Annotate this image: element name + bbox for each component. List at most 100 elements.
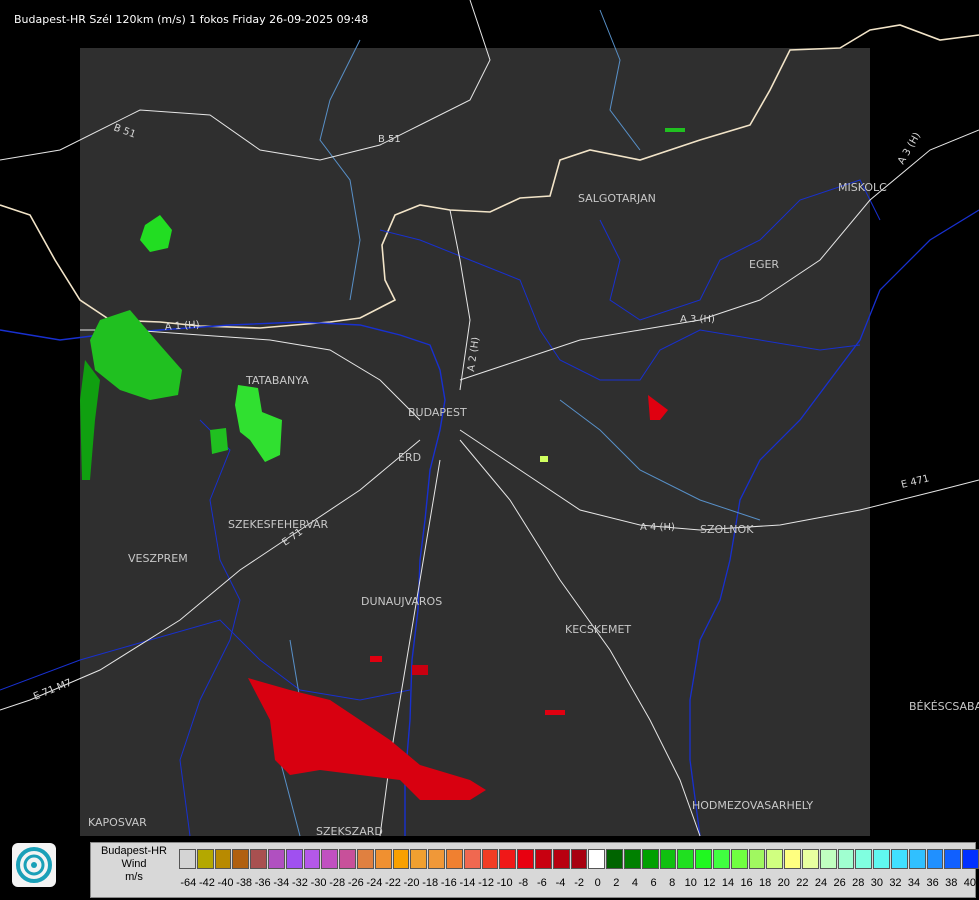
legend-swatch bbox=[517, 849, 534, 869]
legend-tick-label: -14 bbox=[459, 877, 476, 889]
legend-tick-label: -40 bbox=[217, 877, 234, 889]
legend-swatch bbox=[677, 849, 695, 869]
legend-tick-label: 14 bbox=[721, 877, 735, 889]
legend-tick-label: -18 bbox=[422, 877, 439, 889]
legend-tick-label: 0 bbox=[594, 877, 601, 889]
legend-swatch bbox=[179, 849, 196, 869]
legend-swatch bbox=[481, 849, 499, 869]
legend-swatch bbox=[659, 849, 677, 869]
legend-tick-label: -4 bbox=[555, 877, 566, 889]
page-title: Budapest-HR Szél 120km (m/s) 1 fokos Fri… bbox=[14, 13, 369, 26]
legend-tick-label: -42 bbox=[198, 877, 215, 889]
legend-swatch bbox=[357, 849, 374, 869]
road-label: E 471 bbox=[900, 473, 930, 491]
legend-tick-label: 36 bbox=[926, 877, 939, 889]
legend-swatch bbox=[392, 849, 410, 869]
legend-swatch bbox=[268, 849, 285, 869]
legend-swatch bbox=[374, 849, 392, 869]
legend-tick-label: -6 bbox=[536, 877, 547, 889]
city-label: HODMEZOVASARHELY bbox=[692, 799, 813, 812]
legend-swatch bbox=[552, 849, 570, 869]
legend-tick-label: -8 bbox=[518, 877, 529, 889]
legend-tick-label: -38 bbox=[236, 877, 253, 889]
echo-yellow-small bbox=[540, 456, 548, 462]
legend-tick-label: 40 bbox=[963, 877, 976, 889]
legend-swatch bbox=[588, 849, 606, 869]
city-label: VESZPREM bbox=[128, 552, 188, 565]
legend-swatch bbox=[873, 849, 890, 869]
legend-swatch bbox=[428, 849, 445, 869]
city-label: BUDAPEST bbox=[408, 406, 467, 419]
legend-tick-label: 8 bbox=[669, 877, 676, 889]
radar-map: SALGOTARJAN MISKOLC EGER TATABANYA BUDAP… bbox=[0, 0, 979, 838]
legend-swatch bbox=[784, 849, 801, 869]
legend-tick-label: -36 bbox=[254, 877, 271, 889]
legend-swatch bbox=[463, 849, 481, 869]
legend-swatch bbox=[410, 849, 428, 869]
legend-swatch bbox=[499, 849, 517, 869]
legend-swatch bbox=[285, 849, 303, 869]
legend-swatch bbox=[232, 849, 250, 869]
legend-swatch bbox=[944, 849, 962, 869]
radar-coverage-panel bbox=[80, 48, 870, 836]
legend-swatch bbox=[962, 849, 979, 869]
legend-quantity: Wind bbox=[121, 858, 147, 870]
legend-swatch bbox=[446, 849, 463, 869]
legend-tick-label: 24 bbox=[814, 877, 828, 889]
city-label: SZEKESFEHERVAR bbox=[228, 518, 329, 531]
legend-tick-label: -24 bbox=[366, 877, 383, 889]
legend-swatch bbox=[908, 849, 926, 869]
city-label: EGER bbox=[749, 258, 779, 271]
legend-unit: m/s bbox=[125, 871, 143, 883]
legend-tick-label: 18 bbox=[759, 877, 772, 889]
city-label: SALGOTARJAN bbox=[578, 192, 656, 205]
city-label: SZEKSZARD bbox=[316, 825, 383, 838]
city-label: MISKOLC bbox=[838, 181, 887, 194]
city-label: TATABANYA bbox=[245, 374, 309, 387]
legend-tick-label: -10 bbox=[496, 877, 513, 889]
legend-tick-label: 34 bbox=[907, 877, 921, 889]
legend-tick-label: -34 bbox=[273, 877, 290, 889]
road-label: A 3 (H) bbox=[896, 131, 923, 167]
echo-red-small-2 bbox=[545, 710, 565, 715]
wind-legend: Budapest-HR Wind m/s -64 -42 -40 -38 -36 -34-… bbox=[90, 842, 979, 898]
swirl-logo-icon bbox=[12, 843, 56, 887]
echo-red-small-1 bbox=[370, 656, 382, 662]
legend-swatch bbox=[214, 849, 232, 869]
road-label: A 4 (H) bbox=[640, 522, 675, 533]
legend-swatch bbox=[855, 849, 873, 869]
road-label: B 51 bbox=[378, 134, 401, 145]
road-label: E 71 M7 bbox=[32, 677, 74, 702]
legend-tick-label: -64 bbox=[180, 877, 197, 889]
legend-swatch bbox=[339, 849, 356, 869]
city-label: ERD bbox=[398, 451, 421, 464]
legend-tick-label: 16 bbox=[740, 877, 753, 889]
legend-tick-label: 26 bbox=[833, 877, 846, 889]
legend-station: Budapest-HR bbox=[100, 845, 168, 857]
legend-swatch bbox=[926, 849, 944, 869]
legend-swatch bbox=[303, 849, 321, 869]
city-label: SZOLNOK bbox=[700, 523, 754, 536]
legend-swatch bbox=[837, 849, 855, 869]
legend-swatch bbox=[624, 849, 641, 869]
legend-tick-label: 38 bbox=[945, 877, 958, 889]
legend-tick-label: 28 bbox=[852, 877, 865, 889]
legend-swatch bbox=[641, 849, 659, 869]
legend-swatch bbox=[891, 849, 908, 869]
legend-swatch bbox=[730, 849, 748, 869]
echo-green-small-2 bbox=[665, 128, 685, 132]
legend-tick-label: -26 bbox=[347, 877, 364, 889]
legend-swatch bbox=[321, 849, 339, 869]
city-label: BÉKÉSCSABA bbox=[909, 700, 979, 713]
city-label: KAPOSVAR bbox=[88, 816, 147, 829]
legend-tick-label: 30 bbox=[870, 877, 883, 889]
legend-swatch bbox=[802, 849, 819, 869]
legend-tick-label: 2 bbox=[613, 877, 620, 889]
legend-tick-label: -28 bbox=[329, 877, 346, 889]
legend-tick-label: 32 bbox=[889, 877, 902, 889]
echo-red-small-3 bbox=[412, 665, 428, 675]
legend-swatch bbox=[695, 849, 712, 869]
city-label: DUNAUJVAROS bbox=[361, 595, 442, 608]
legend-tick-label: 22 bbox=[796, 877, 809, 889]
legend-tick-label: -16 bbox=[440, 877, 457, 889]
